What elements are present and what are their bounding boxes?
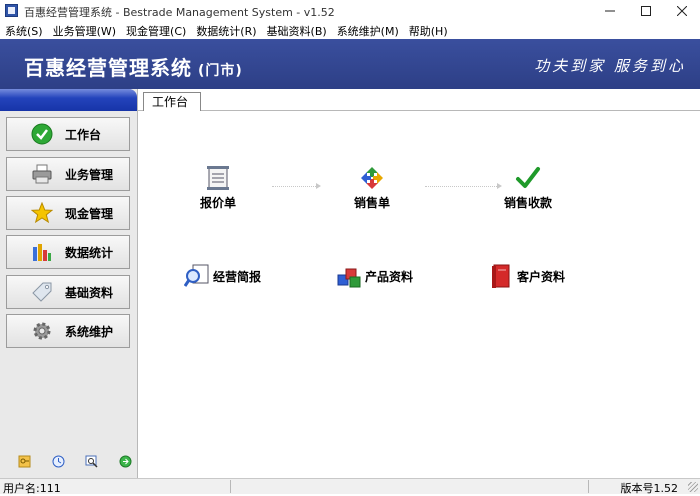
sidebar-item-maintenance[interactable]: 系统维护 [6,314,130,348]
search-window-icon[interactable] [85,455,98,468]
gear-icon [31,320,53,342]
resize-grip[interactable] [688,482,698,492]
main-content: 工作台 报价单 销售单 销售收款 经营简报 产品资料 客户资料 [138,89,700,478]
sidebar-toolbar [18,455,132,468]
app-subtitle: (门市) [198,63,243,79]
shortcut-product-data[interactable]: 产品资料 [335,262,413,290]
tab-strip: 工作台 [138,89,700,111]
star-icon [31,202,53,224]
sidebar-item-workbench[interactable]: 工作台 [6,117,130,151]
document-icon [204,164,232,192]
status-separator [230,480,231,493]
sidebar: 工作台 业务管理 现金管理 数据统计 基础资料 系统维护 [0,89,138,478]
workflow-connector [425,186,497,187]
workflow-arrow-icon [497,183,502,189]
menu-business[interactable]: 业务管理(W) [48,23,121,39]
printer-icon [31,163,53,185]
minimize-button[interactable] [592,0,628,22]
menu-basic-data[interactable]: 基础资料(B) [262,23,332,39]
sidebar-header [0,89,137,111]
workflow-sales-receipt[interactable]: 销售收款 [504,164,552,211]
title-bar: 百惠经营管理系统 - Bestrade Management System - … [0,0,700,22]
tag-icon [31,281,53,303]
shortcut-label: 产品资料 [365,269,414,284]
close-button[interactable] [664,0,700,22]
sidebar-item-label: 工作台 [65,127,102,142]
sidebar-item-basic-data[interactable]: 基础资料 [6,275,130,309]
checkmark-icon [514,164,542,192]
key-icon[interactable] [18,455,31,468]
red-book-icon [487,262,515,290]
menu-bar: 系统(S) 业务管理(W) 现金管理(C) 数据统计(R) 基础资料(B) 系统… [0,22,700,39]
sidebar-item-label: 现金管理 [65,206,114,221]
window-title: 百惠经营管理系统 - Bestrade Management System - … [24,6,335,19]
exit-icon[interactable] [119,455,132,468]
workflow-connector [272,186,316,187]
status-separator [588,480,589,493]
app-title: 百惠经营管理系统 (门市) [24,52,243,81]
sidebar-item-label: 业务管理 [65,167,114,182]
status-bar: 用户名:111 版本号1.52 [0,478,700,495]
green-check-icon [31,123,53,145]
bar-chart-icon [31,241,53,263]
shortcut-business-report[interactable]: 经营简报 [183,262,261,290]
sidebar-item-cash[interactable]: 现金管理 [6,196,130,230]
menu-maintenance[interactable]: 系统维护(M) [332,23,404,39]
header-banner: 百惠经营管理系统 (门市) 功夫到家 服务到心 [0,39,700,89]
sidebar-item-business[interactable]: 业务管理 [6,157,130,191]
sidebar-item-statistics[interactable]: 数据统计 [6,235,130,269]
app-title-text: 百惠经营管理系统 [24,56,192,80]
workflow-label: 销售收款 [504,196,553,210]
menu-cash[interactable]: 现金管理(C) [121,23,191,39]
shortcut-label: 客户资料 [517,269,566,284]
close-icon [677,6,687,16]
sidebar-item-label: 系统维护 [65,324,114,339]
sidebar-item-label: 基础资料 [65,285,114,300]
maximize-button[interactable] [628,0,664,22]
shortcut-customer-data[interactable]: 客户资料 [487,262,565,290]
workflow-arrow-icon [316,183,321,189]
menu-system[interactable]: 系统(S) [0,23,48,39]
workflow-quotation[interactable]: 报价单 [200,164,236,211]
tab-workbench[interactable]: 工作台 [143,92,202,111]
menu-statistics[interactable]: 数据统计(R) [191,23,261,39]
cubes-icon [335,262,363,290]
clock-icon[interactable] [52,455,65,468]
workflow-label: 销售单 [354,196,391,210]
maximize-icon [641,6,651,16]
slogan: 功夫到家 服务到心 [534,57,686,75]
recycle-arrows-icon [358,164,386,192]
shortcut-label: 经营简报 [213,269,262,284]
sidebar-item-label: 数据统计 [65,245,114,260]
menu-help[interactable]: 帮助(H) [404,23,453,39]
app-icon [5,4,18,17]
minimize-icon [605,10,615,12]
magnifier-report-icon [183,262,211,290]
workflow-label: 报价单 [200,196,237,210]
workflow-sales-order[interactable]: 销售单 [354,164,390,211]
